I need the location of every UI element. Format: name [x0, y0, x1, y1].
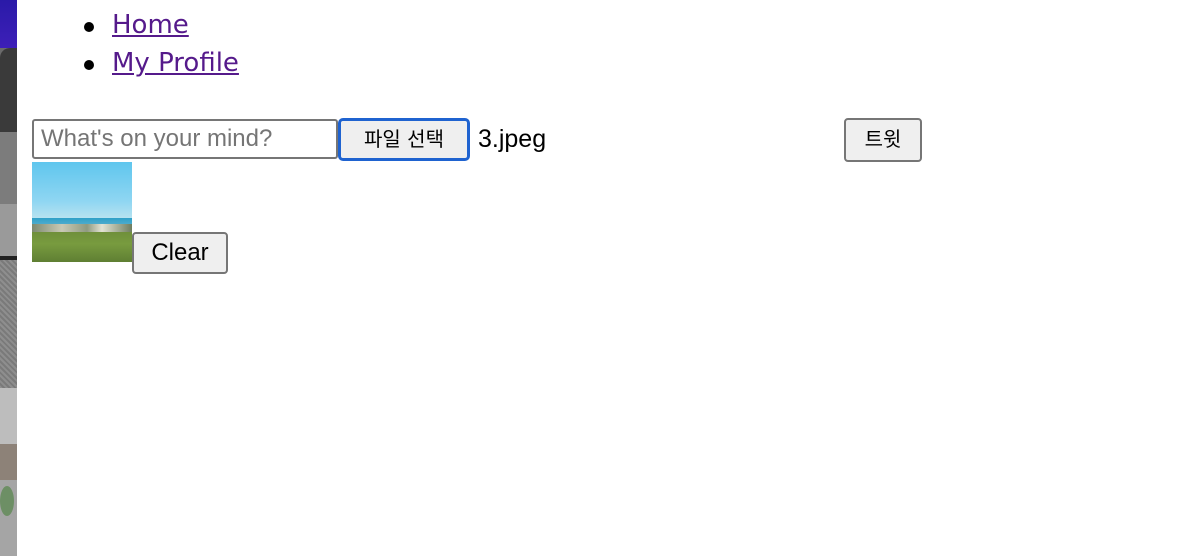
browser-page: Home My Profile 파일 선택 3.jpeg 트윗 Clear: [17, 0, 1178, 556]
attachment-preview-image: [32, 162, 132, 262]
background-window-panel: [0, 132, 17, 204]
clear-attachment-button[interactable]: Clear: [132, 232, 228, 274]
background-plant-fragment: [0, 486, 14, 516]
background-window-fragment: [0, 48, 17, 132]
background-window-edge: [0, 0, 17, 556]
background-window-panel: [0, 388, 17, 444]
my-profile-link[interactable]: My Profile: [112, 44, 239, 82]
preview-shore: [32, 224, 132, 232]
tweet-submit-button[interactable]: 트윗: [844, 118, 922, 162]
background-window-panel: [0, 260, 17, 388]
bullet-icon: [84, 60, 94, 70]
home-link[interactable]: Home: [112, 6, 189, 44]
background-window-panel: [0, 444, 17, 480]
desktop-wallpaper-fragment: [0, 0, 17, 48]
selected-file-name: 3.jpeg: [478, 125, 547, 153]
preview-sky: [32, 162, 132, 218]
preview-grass: [32, 232, 132, 262]
bullet-icon: [84, 22, 94, 32]
tweet-text-input[interactable]: [32, 119, 338, 159]
file-select-button[interactable]: 파일 선택: [338, 118, 470, 161]
background-window-panel: [0, 204, 17, 256]
